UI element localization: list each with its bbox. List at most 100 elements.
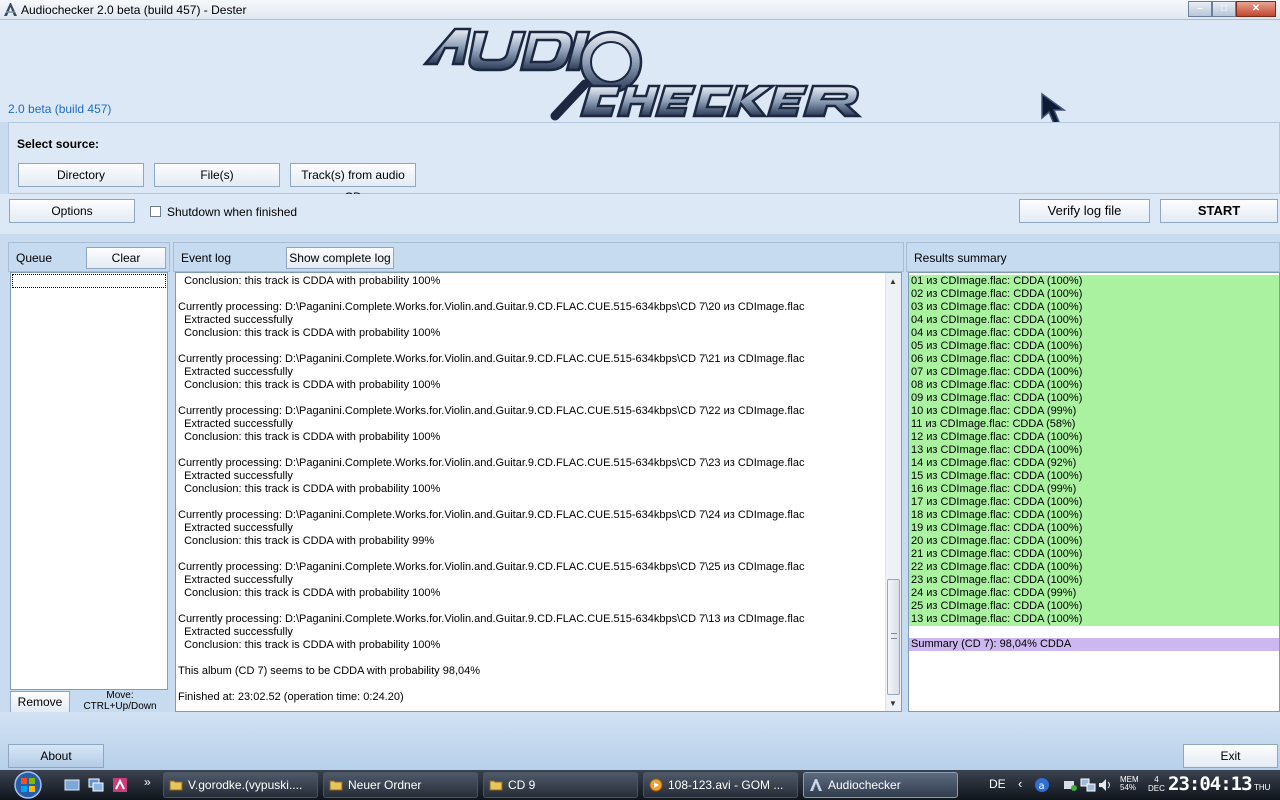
taskbar-clock[interactable]: 23:04:13 (1168, 773, 1253, 795)
verify-log-button[interactable]: Verify log file (1019, 199, 1150, 223)
close-button[interactable]: ✕ (1236, 1, 1276, 17)
options-button[interactable]: Options (9, 199, 135, 223)
queue-list[interactable] (10, 272, 168, 690)
result-item: 01 из CDImage.flac: CDDA (100%) (909, 275, 1279, 288)
result-item: 21 из CDImage.flac: CDDA (100%) (909, 548, 1279, 561)
queue-title: Queue (16, 251, 53, 265)
svg-text:a: a (1039, 781, 1045, 792)
result-item: 09 из CDImage.flac: CDDA (100%) (909, 392, 1279, 405)
event-log-line: Extracted successfully (178, 314, 293, 326)
event-log-line (178, 652, 883, 665)
grip-icon (891, 633, 897, 639)
results-header: Results summary (906, 242, 1280, 272)
event-log-line: Conclusion: this track is CDDA with prob… (178, 483, 441, 495)
files-button[interactable]: File(s) (154, 163, 280, 187)
result-item: 13 из CDImage.flac: CDDA (100%) (909, 613, 1279, 626)
result-item: 06 из CDImage.flac: CDDA (100%) (909, 353, 1279, 366)
task-neuer-ordner[interactable]: Neuer Ordner (323, 772, 478, 798)
task-v-gorodke[interactable]: V.gorodke.(vypuski.... (163, 772, 318, 798)
event-log-line (178, 600, 883, 613)
taskbar: » V.gorodke.(vypuski.... Neuer Ordner CD… (0, 770, 1280, 800)
scrollbar-thumb[interactable] (887, 579, 900, 695)
event-log-scrollbar[interactable]: ▲ ▼ (885, 273, 901, 711)
result-item: 10 из CDImage.flac: CDDA (99%) (909, 405, 1279, 418)
network-icon[interactable] (1080, 777, 1096, 793)
audio-cd-button[interactable]: Track(s) from audio CD (290, 163, 416, 204)
event-log-line: Currently processing: D:\Paganini.Comple… (178, 509, 805, 521)
event-log-line (178, 678, 883, 691)
event-log-line: Extracted successfully (178, 574, 293, 586)
event-log-line: Extracted successfully (178, 418, 293, 430)
event-log-line: Extracted successfully (178, 366, 293, 378)
shutdown-checkbox[interactable] (150, 206, 161, 217)
task-label: 108-123.avi - GOM ... (668, 778, 784, 792)
media-player-icon (649, 778, 663, 792)
shutdown-label[interactable]: Shutdown when finished (167, 205, 297, 219)
move-hint: Move: CTRL+Up/Down (72, 690, 168, 714)
result-item: 16 из CDImage.flac: CDDA (99%) (909, 483, 1279, 496)
event-log-line: Conclusion: this track is CDDA with prob… (178, 431, 441, 443)
result-item: 22 из CDImage.flac: CDDA (100%) (909, 561, 1279, 574)
memory-indicator: MEM 54% (1120, 776, 1139, 792)
event-log-line: Extracted successfully (178, 470, 293, 482)
event-log-line (178, 548, 883, 561)
result-item: 05 из CDImage.flac: CDDA (100%) (909, 340, 1279, 353)
scroll-up-icon[interactable]: ▲ (889, 277, 897, 286)
tray-app-icon[interactable]: a (1034, 777, 1050, 793)
result-item: 23 из CDImage.flac: CDDA (100%) (909, 574, 1279, 587)
results-list[interactable]: 01 из CDImage.flac: CDDA (100%) 02 из CDI… (908, 272, 1280, 712)
taskbar-overflow-icon[interactable]: » (144, 775, 151, 789)
show-complete-log-button[interactable]: Show complete log (286, 247, 394, 269)
result-item: 08 из CDImage.flac: CDDA (100%) (909, 379, 1279, 392)
directory-button[interactable]: Directory (18, 163, 144, 187)
event-log-line (178, 444, 883, 457)
task-label: Audiochecker (828, 778, 901, 792)
task-cd-9[interactable]: CD 9 (483, 772, 638, 798)
result-item: 04 из CDImage.flac: CDDA (100%) (909, 327, 1279, 340)
start-button[interactable]: START (1160, 199, 1278, 223)
event-log-line: Conclusion: this track is CDDA with prob… (178, 639, 441, 651)
remove-button[interactable]: Remove (10, 691, 70, 713)
result-item: 17 из CDImage.flac: CDDA (100%) (909, 496, 1279, 509)
result-item: 07 из CDImage.flac: CDDA (100%) (909, 366, 1279, 379)
results-title: Results summary (914, 251, 1007, 265)
event-log-line (178, 288, 883, 301)
quicklaunch-app-icon[interactable] (112, 777, 128, 793)
tray-expand-icon[interactable]: ‹ (1018, 776, 1022, 791)
about-button[interactable]: About (8, 744, 104, 768)
scroll-down-icon[interactable]: ▼ (889, 699, 897, 708)
event-log-line (178, 340, 883, 353)
show-desktop-icon[interactable] (64, 777, 80, 793)
result-item: 12 из CDImage.flac: CDDA (100%) (909, 431, 1279, 444)
memory-value: 54% (1120, 783, 1137, 792)
language-indicator[interactable]: DE (989, 777, 1006, 791)
switch-windows-icon[interactable] (88, 777, 104, 793)
event-log-line: Currently processing: D:\Paganini.Comple… (178, 405, 805, 417)
date-indicator: 4 DEC (1148, 775, 1165, 793)
minimize-button[interactable]: – (1188, 1, 1212, 17)
window-controls: – □ ✕ (1188, 1, 1276, 17)
task-gom-player[interactable]: 108-123.avi - GOM ... (643, 772, 798, 798)
event-log-line: Conclusion: this track is CDDA with prob… (178, 535, 435, 547)
results-summary: Summary (CD 7): 98,04% CDDA (909, 638, 1279, 651)
result-item: 13 из CDImage.flac: CDDA (100%) (909, 444, 1279, 457)
event-log-text[interactable]: Conclusion: this track is CDDA with prob… (175, 272, 902, 712)
event-log-line: Extracted successfully (178, 626, 293, 638)
maximize-button[interactable]: □ (1212, 1, 1236, 17)
clear-button[interactable]: Clear (86, 247, 166, 269)
move-hint-line1: Move: (106, 690, 134, 701)
queue-focus-item[interactable] (12, 274, 166, 288)
result-item: 25 из CDImage.flac: CDDA (100%) (909, 600, 1279, 613)
footer-area: About Exit (0, 712, 1280, 770)
options-row: Options Shutdown when finished Verify lo… (0, 194, 1280, 234)
result-item: 24 из CDImage.flac: CDDA (99%) (909, 587, 1279, 600)
start-orb-icon[interactable] (6, 770, 50, 800)
exit-button[interactable]: Exit (1183, 744, 1278, 768)
folder-icon (169, 780, 183, 791)
safely-remove-icon[interactable] (1062, 777, 1078, 793)
event-log-line: Currently processing: D:\Paganini.Comple… (178, 457, 805, 469)
date-month: DEC (1148, 784, 1165, 793)
event-log-line (178, 496, 883, 509)
task-audiochecker[interactable]: Audiochecker (803, 772, 958, 798)
volume-icon[interactable] (1097, 777, 1113, 793)
